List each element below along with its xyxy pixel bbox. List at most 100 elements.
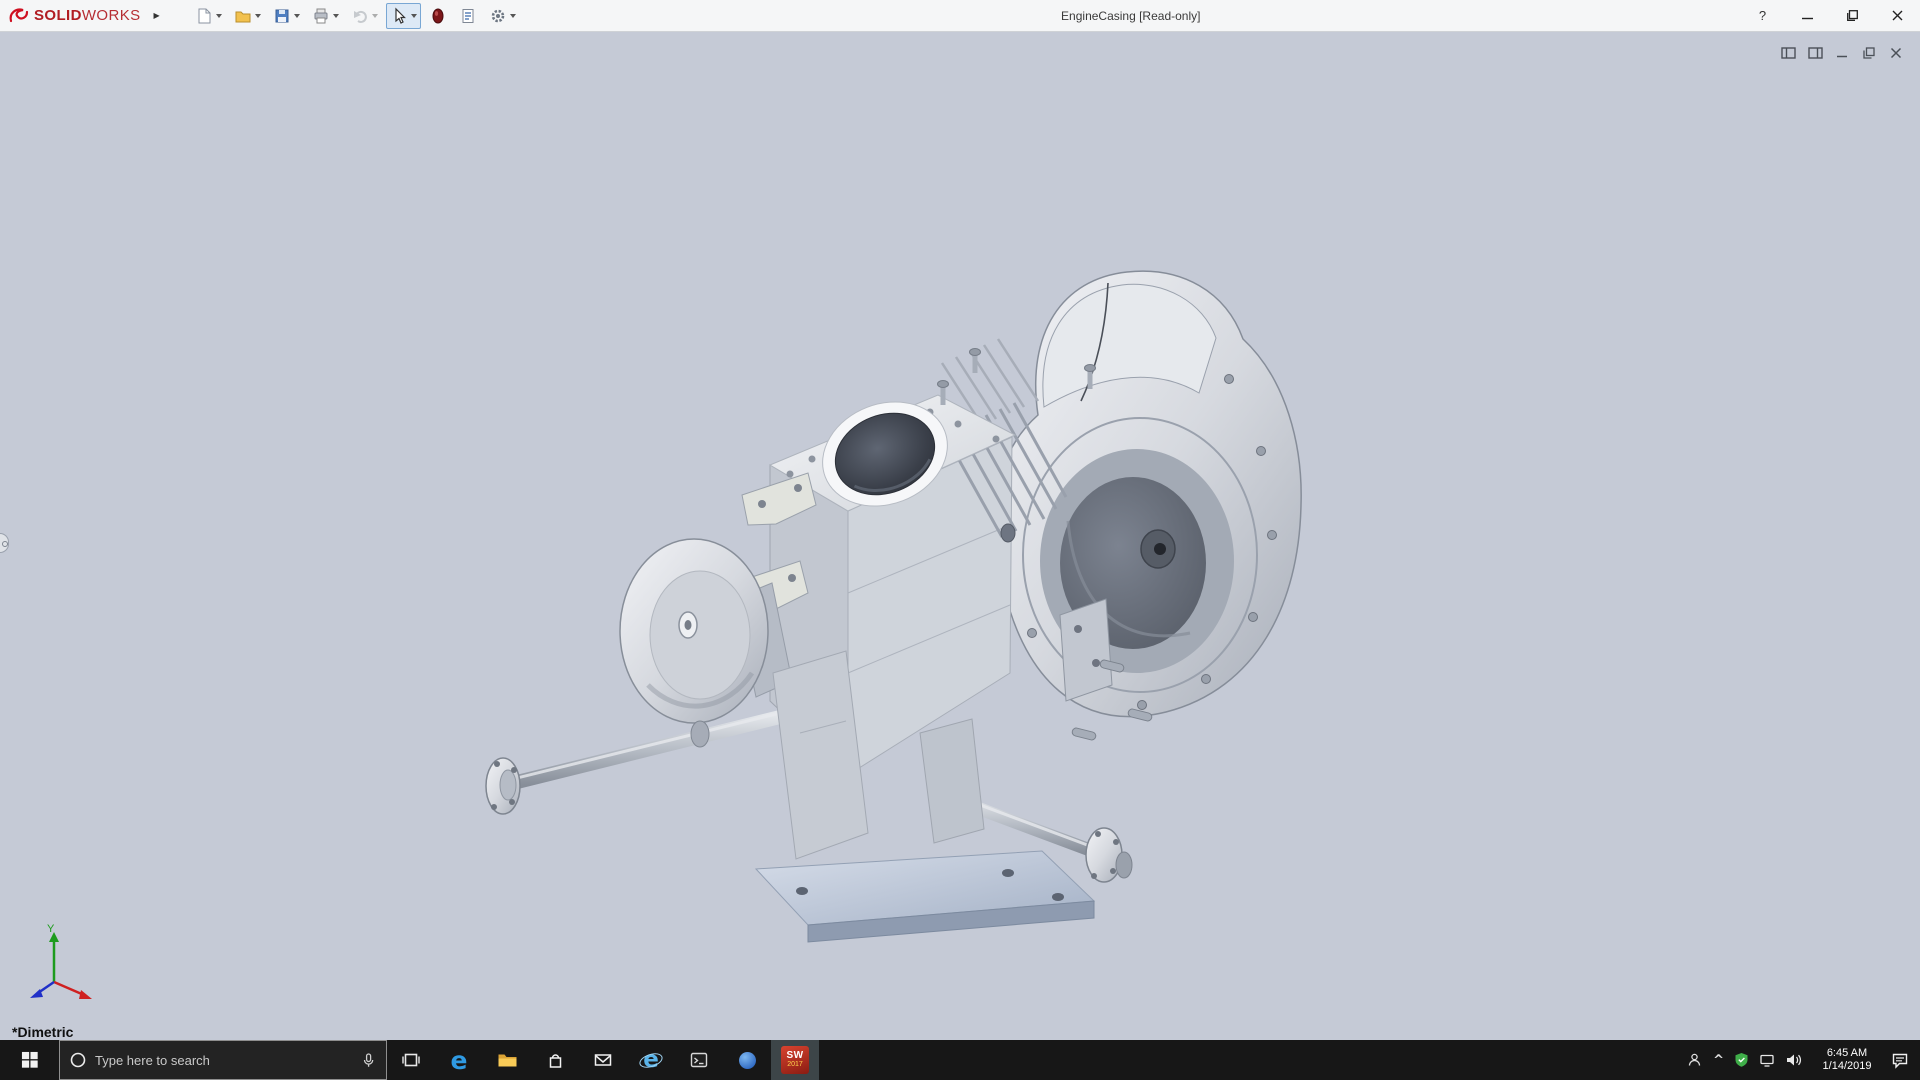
file-properties-button[interactable] [455, 3, 481, 29]
taskbar-search[interactable] [59, 1040, 387, 1080]
internet-explorer-icon: e [643, 1048, 659, 1073]
base-plate[interactable] [756, 851, 1094, 942]
tray-app-button[interactable] [1754, 1040, 1780, 1080]
dropdown-caret-icon [411, 14, 417, 18]
minimize-button[interactable] [1785, 0, 1830, 32]
doc-close-icon [1890, 47, 1902, 59]
taskbar-clock[interactable]: 6:45 AM 1/14/2019 [1808, 1047, 1886, 1073]
options-gear-icon [489, 7, 507, 25]
options-button[interactable] [485, 3, 520, 29]
chevron-up-icon: ^ [1713, 1053, 1724, 1068]
solidworks-logo: SOLIDWORKS [0, 0, 147, 31]
show-hidden-icons-button[interactable]: ^ [1708, 1040, 1729, 1080]
blue-sphere-app-button[interactable] [723, 1040, 771, 1080]
doc-restore-icon [1863, 47, 1875, 59]
engine-casing-model[interactable] [0, 33, 1920, 1040]
dropdown-caret-icon [294, 14, 300, 18]
doc-minimize-button[interactable] [1832, 45, 1852, 60]
brand-works: WORKS [82, 7, 141, 24]
tray-app-icon [1759, 1053, 1775, 1068]
ds-logo-icon [8, 6, 30, 26]
dropdown-caret-icon [216, 14, 222, 18]
people-icon [1686, 1052, 1703, 1068]
help-button[interactable]: ? [1740, 0, 1785, 32]
file-explorer-button[interactable] [483, 1040, 531, 1080]
view-orientation-label: *Dimetric [12, 1025, 73, 1040]
axle-left[interactable] [486, 711, 788, 814]
mail-button[interactable] [579, 1040, 627, 1080]
cortana-icon [69, 1051, 87, 1069]
red-orb-icon [429, 7, 447, 25]
new-document-button[interactable] [191, 3, 226, 29]
select-tool-button[interactable] [386, 3, 421, 29]
new-document-icon [195, 7, 213, 25]
select-cursor-icon [390, 7, 408, 25]
undo-icon [351, 7, 369, 25]
document-window-controls [1778, 45, 1906, 60]
doc-close-button[interactable] [1886, 45, 1906, 60]
save-button[interactable] [269, 3, 304, 29]
open-button[interactable] [230, 3, 265, 29]
brand-solid: SOLID [34, 7, 82, 24]
dropdown-caret-icon [333, 14, 339, 18]
print-button[interactable] [308, 3, 343, 29]
windows-logo-icon [21, 1051, 39, 1069]
pane-right-icon [1808, 47, 1823, 59]
edge-button[interactable]: e [435, 1040, 483, 1080]
doc-pane-left-button[interactable] [1778, 45, 1798, 60]
command-prompt-button[interactable] [675, 1040, 723, 1080]
volume-button[interactable] [1780, 1040, 1808, 1080]
doc-restore-button[interactable] [1859, 45, 1879, 60]
print-icon [312, 7, 330, 25]
search-input[interactable] [95, 1053, 352, 1068]
graphics-viewport[interactable]: Y *Dimetric [0, 33, 1920, 1040]
edge-icon: e [451, 1048, 468, 1073]
people-button[interactable] [1681, 1040, 1708, 1080]
mail-icon [593, 1050, 613, 1070]
solidworks-taskbar-button[interactable]: SW 2017 [771, 1040, 819, 1080]
store-button[interactable] [531, 1040, 579, 1080]
maximize-button[interactable] [1830, 0, 1875, 32]
clutch-housing[interactable] [995, 271, 1301, 716]
close-button[interactable] [1875, 0, 1920, 32]
dropdown-caret-icon [372, 14, 378, 18]
internet-explorer-button[interactable]: e [627, 1040, 675, 1080]
solidworks-window: SOLIDWORKS ▶ [0, 0, 1920, 1080]
save-icon [273, 7, 291, 25]
file-properties-icon [459, 7, 477, 25]
task-view-button[interactable] [387, 1040, 435, 1080]
security-shield-button[interactable] [1729, 1040, 1754, 1080]
action-center-icon [1891, 1052, 1909, 1069]
open-folder-icon [234, 7, 252, 25]
windows-taskbar: e e [0, 1040, 1920, 1080]
pane-left-icon [1781, 47, 1796, 59]
minimize-icon [1802, 10, 1813, 21]
command-prompt-icon [689, 1050, 709, 1070]
left-cover-disc[interactable] [620, 539, 792, 723]
doc-pane-right-button[interactable] [1805, 45, 1825, 60]
file-explorer-icon [497, 1051, 518, 1069]
solidworks-app-icon: SW 2017 [781, 1046, 809, 1074]
maximize-icon [1847, 10, 1858, 21]
volume-icon [1785, 1052, 1803, 1068]
dropdown-caret-icon [255, 14, 261, 18]
red-orb-button[interactable] [425, 3, 451, 29]
action-center-button[interactable] [1886, 1040, 1914, 1080]
clock-time: 6:45 AM [1808, 1047, 1886, 1060]
microphone-icon[interactable] [360, 1052, 377, 1069]
dropdown-caret-icon [510, 14, 516, 18]
close-icon [1892, 10, 1903, 21]
window-controls: ? [1740, 0, 1920, 32]
system-tray: ^ 6:45 AM [1681, 1040, 1920, 1080]
quick-access-toolbar [189, 0, 522, 31]
blue-sphere-app-icon [737, 1050, 758, 1071]
shield-icon [1734, 1052, 1749, 1068]
undo-button[interactable] [347, 3, 382, 29]
doc-minimize-icon [1836, 47, 1848, 59]
task-view-icon [401, 1050, 421, 1070]
brand-text: SOLIDWORKS [34, 7, 141, 24]
store-icon [546, 1051, 565, 1070]
menu-flyout-arrow[interactable]: ▶ [147, 3, 167, 29]
orientation-triad[interactable]: Y [22, 920, 112, 1006]
start-button[interactable] [0, 1040, 59, 1080]
